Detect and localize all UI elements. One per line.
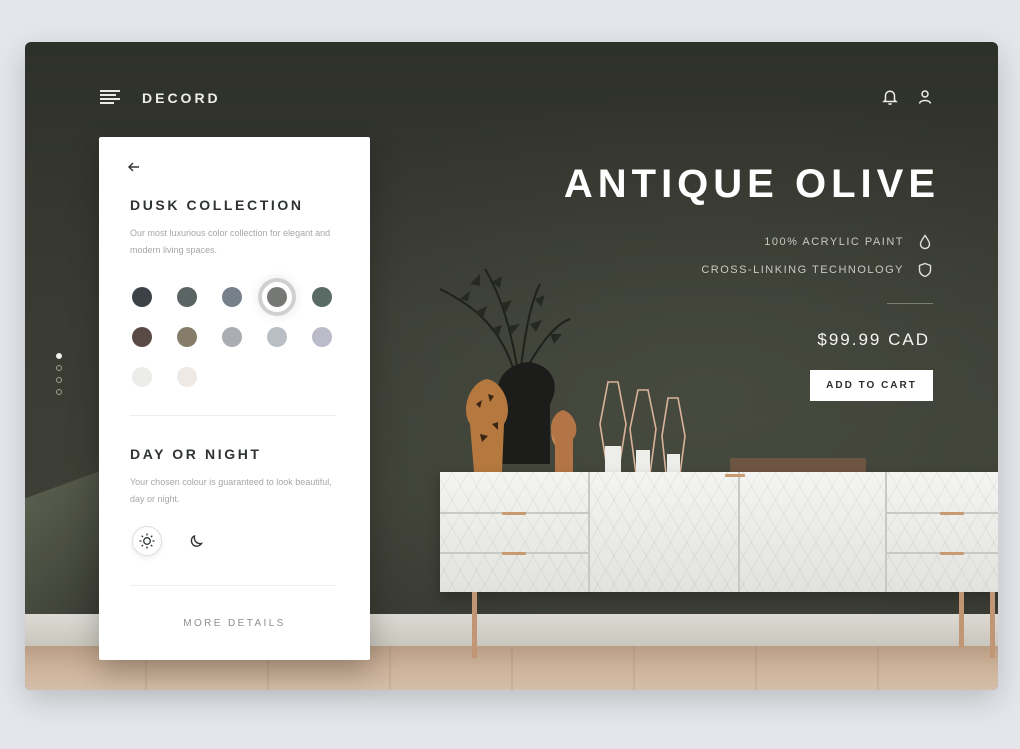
sideboard-leg [959,592,964,648]
sun-icon [139,533,155,549]
color-swatch[interactable] [132,287,152,307]
color-swatch[interactable] [312,327,332,347]
shield-icon [918,262,932,278]
feature-label: CROSS-LINKING TECHNOLOGY [701,264,904,276]
info-divider [887,303,933,304]
color-swatch[interactable] [222,327,242,347]
brand-logo[interactable]: DECORD [142,90,221,106]
feature-label: 100% ACRYLIC PAINT [764,236,904,248]
day-mode-button[interactable] [132,526,162,556]
pagination-dot-1[interactable] [56,353,62,359]
day-night-title: DAY OR NIGHT [130,446,262,462]
color-swatch[interactable] [312,287,332,307]
menu-icon[interactable] [100,90,120,104]
color-swatch[interactable] [177,287,197,307]
plant-and-vases-illustration [439,268,686,475]
product-price: $99.99 CAD [817,330,930,349]
pagination-dot-3[interactable] [56,377,62,383]
color-swatch[interactable] [132,367,152,387]
droplet-icon [919,234,931,250]
sideboard-illustration [440,472,998,592]
pagination-dot-4[interactable] [56,389,62,395]
day-night-description: Your chosen colour is guaranteed to look… [130,477,332,504]
product-title: ANTIQUE OLIVE [563,162,940,206]
section-divider [130,415,336,416]
add-to-cart-button[interactable]: ADD TO CART [810,370,933,401]
collection-title: DUSK COLLECTION [130,197,304,213]
feature-acrylic: 100% ACRYLIC PAINT [764,234,932,250]
arrow-left-icon[interactable] [127,161,141,173]
color-swatch[interactable] [177,327,197,347]
night-mode-button[interactable] [182,526,212,556]
user-icon[interactable] [916,88,934,106]
sideboard-leg [990,592,995,658]
collection-description: Our most luxurious color collection for … [130,228,331,255]
bell-icon[interactable] [881,88,899,106]
moon-icon [190,534,204,547]
color-swatch-selected[interactable] [267,287,287,307]
decorative-tray [730,458,866,472]
color-collection-panel: DUSK COLLECTION Our most luxurious color… [99,137,370,660]
color-swatch[interactable] [177,367,197,387]
pagination-dot-2[interactable] [56,365,62,371]
color-swatch[interactable] [132,327,152,347]
color-swatch[interactable] [222,287,242,307]
feature-crosslinking: CROSS-LINKING TECHNOLOGY [701,262,932,278]
color-swatch[interactable] [267,327,287,347]
more-details-link[interactable]: MORE DETAILS [99,618,370,629]
sideboard-leg [472,592,477,658]
section-divider [130,585,336,586]
slide-pagination [56,353,62,401]
